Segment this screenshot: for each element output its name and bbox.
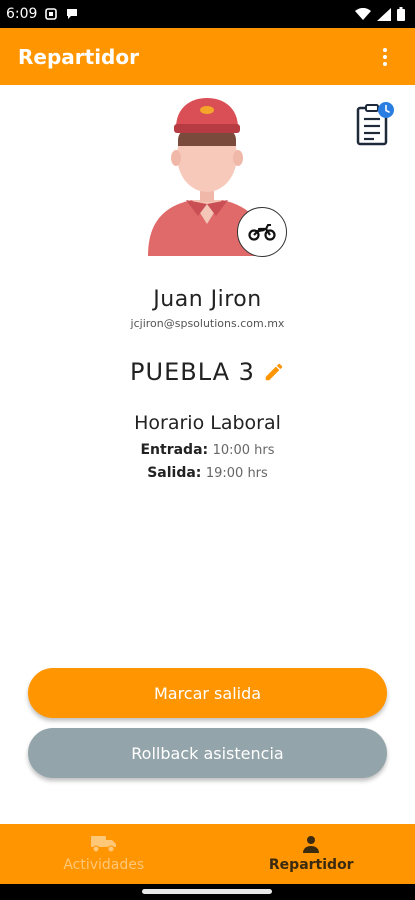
courier-email: jcjiron@spsolutions.com.mx <box>130 317 285 330</box>
signal-icon <box>377 7 391 21</box>
schedule-entry-row: Entrada: 10:00 hrs <box>0 442 415 458</box>
overflow-menu-icon[interactable] <box>373 45 397 69</box>
truck-icon <box>90 836 116 853</box>
zone-label: PUEBLA 3 <box>130 358 255 386</box>
nav-item-actividades[interactable]: Actividades <box>0 824 208 884</box>
courier-name: Juan Jiron <box>153 287 262 312</box>
attendance-history-icon[interactable] <box>355 101 395 147</box>
app-bar: Repartidor <box>0 28 415 85</box>
schedule-exit-row: Salida: 19:00 hrs <box>0 465 415 481</box>
status-time: 6:09 <box>6 6 38 22</box>
nav-label-repartidor: Repartidor <box>268 857 354 873</box>
nav-label-actividades: Actividades <box>63 857 145 873</box>
mark-exit-button[interactable]: Marcar salida <box>28 668 387 718</box>
wifi-icon <box>355 7 371 20</box>
entry-value: 10:00 hrs <box>212 443 275 458</box>
exit-label: Salida: <box>147 465 202 481</box>
exit-value: 19:00 hrs <box>205 466 268 481</box>
status-bar: 6:09 <box>0 0 415 28</box>
system-gesture-bar <box>0 884 415 900</box>
edit-pencil-icon[interactable] <box>263 361 285 383</box>
motorcycle-icon <box>248 224 276 241</box>
entry-label: Entrada: <box>140 442 209 458</box>
home-gesture-handle[interactable] <box>142 889 272 894</box>
person-icon <box>303 836 320 853</box>
schedule-title: Horario Laboral <box>134 412 281 434</box>
bottom-navigation: Actividades Repartidor <box>0 824 415 884</box>
chat-notification-icon <box>67 9 78 19</box>
motorcycle-badge <box>237 207 287 257</box>
nav-item-repartidor[interactable]: Repartidor <box>208 824 415 884</box>
rollback-attendance-button[interactable]: Rollback asistencia <box>28 728 387 778</box>
battery-icon <box>397 7 405 21</box>
zone-row: PUEBLA 3 <box>0 358 415 386</box>
notification-app-icon <box>45 8 58 20</box>
app-bar-title: Repartidor <box>18 44 139 69</box>
